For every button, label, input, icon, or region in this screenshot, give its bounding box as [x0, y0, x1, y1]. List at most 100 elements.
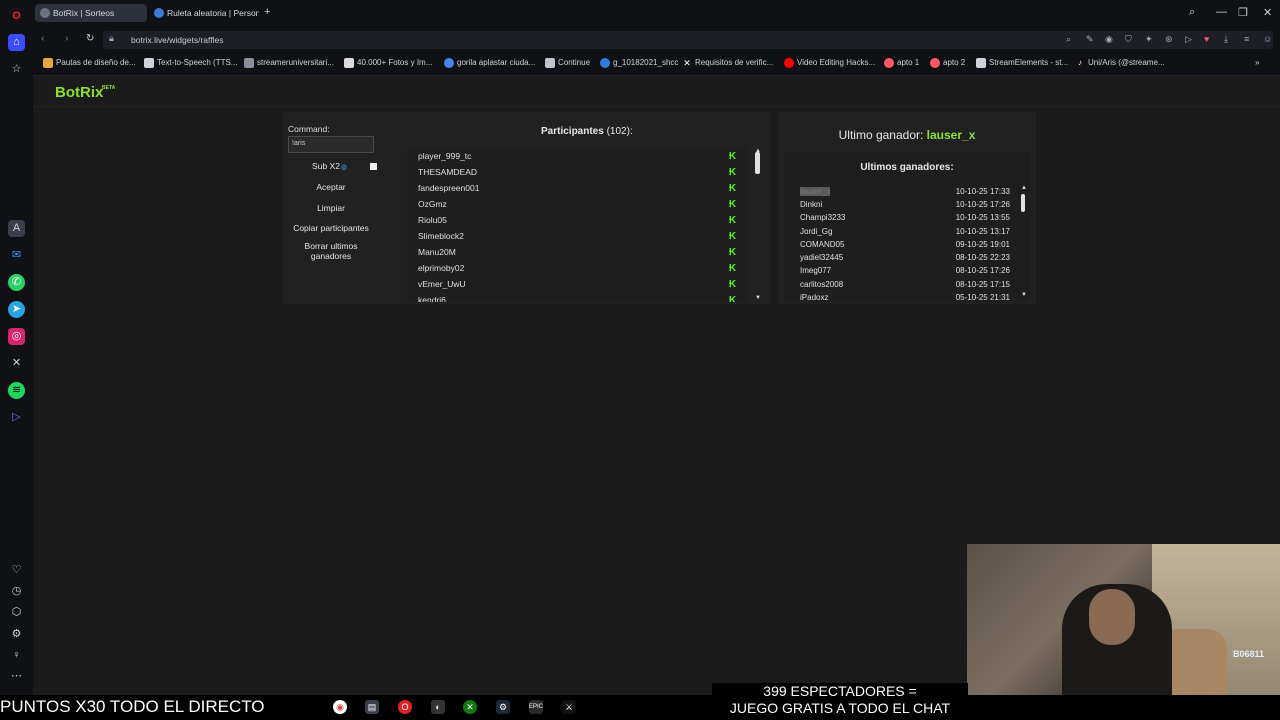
- obs-icon[interactable]: ◐: [431, 700, 445, 714]
- extension-icon[interactable]: ✦: [1145, 34, 1153, 45]
- participants-scrollbar[interactable]: [755, 152, 760, 174]
- sub-x2-checkbox[interactable]: [370, 163, 377, 170]
- kick-icon: K: [728, 295, 737, 302]
- bookmark-item[interactable]: apto 2: [930, 58, 965, 68]
- opera-gx-icon[interactable]: O: [398, 700, 412, 714]
- points-ticker: PUNTOS X30 TODO EL DIRECTO: [0, 697, 265, 716]
- menu-icon[interactable]: ≡: [1244, 34, 1249, 44]
- airbnb-icon: [930, 58, 940, 68]
- settings-gear-icon[interactable]: ⚙: [8, 626, 25, 643]
- bookmark-item[interactable]: gorila aplastar ciuda...: [444, 58, 535, 68]
- player-icon[interactable]: ▷: [8, 409, 25, 426]
- steam-icon[interactable]: ⚙: [496, 700, 510, 714]
- bookmark-item[interactable]: apto 1: [884, 58, 919, 68]
- file-explorer-icon[interactable]: ▤: [365, 700, 379, 714]
- list-item: fandespreen001 K: [418, 180, 738, 196]
- bookmark-item[interactable]: ♪ Uni/Aris (@streame...: [1075, 58, 1165, 68]
- bookmark-item[interactable]: Text-to-Speech (TTS...: [144, 58, 237, 68]
- bookmarks-overflow-icon[interactable]: »: [1255, 58, 1259, 67]
- restore-icon[interactable]: ❐: [1238, 6, 1248, 19]
- webcam-head: [1089, 589, 1135, 645]
- bookmarks-bar: Pautas de diseño de... Text-to-Speech (T…: [33, 52, 1280, 76]
- tab-ruleta[interactable]: Ruleta aleatoria | Personali: [149, 4, 259, 22]
- winner-name: iPadoxz: [800, 293, 829, 302]
- whatsapp-icon[interactable]: ✆: [8, 274, 25, 291]
- minimize-icon[interactable]: —: [1216, 6, 1227, 18]
- tab-search-icon[interactable]: ⌕: [1189, 6, 1195, 19]
- x-twitter-icon[interactable]: ✕: [8, 355, 25, 372]
- info-icon[interactable]: ◍: [341, 163, 347, 171]
- scroll-up-arrow-icon[interactable]: ▲: [1021, 185, 1027, 191]
- copy-participants-button[interactable]: Copiar participantes: [283, 223, 379, 233]
- heart-icon[interactable]: ♥: [1204, 34, 1209, 44]
- shield-icon[interactable]: ⛉: [1125, 34, 1132, 45]
- bookmark-item[interactable]: Pautas de diseño de...: [43, 58, 136, 68]
- bookmark-item[interactable]: streameruniversitari...: [244, 58, 334, 68]
- participants-list[interactable]: player_999_tc K THESAMDEAD K fandespreen00…: [407, 148, 747, 302]
- spotify-icon[interactable]: ≋: [8, 382, 25, 399]
- tab-label: Ruleta aleatoria | Personali: [167, 8, 259, 18]
- participants-title: Participantes (102):: [541, 126, 633, 137]
- bookmark-item[interactable]: Video Editing Hacks...: [784, 58, 875, 68]
- bookmark-item[interactable]: 40.000+ Fotos y Im...: [344, 58, 432, 68]
- participant-name: vEmer_UwU: [418, 279, 466, 289]
- participant-name: Manu20M: [418, 247, 456, 257]
- winner-row: iPadoxz 05-10-25 21:31: [800, 291, 1010, 302]
- tab-botrix[interactable]: BotRix | Sorteos: [35, 4, 147, 22]
- xbox-icon[interactable]: ✕: [463, 700, 477, 714]
- bookmark-item[interactable]: Continue: [545, 58, 590, 68]
- bookmark-item[interactable]: g_10182021_shcc: [600, 58, 678, 68]
- epic-games-icon[interactable]: EPIC: [529, 700, 543, 714]
- delete-winners-line2: ganadores: [310, 251, 352, 261]
- tips-bulb-icon[interactable]: ♀: [8, 647, 25, 664]
- chrome-icon[interactable]: ◉: [333, 700, 347, 714]
- extensions-icon[interactable]: ⬡: [8, 604, 25, 621]
- reload-icon[interactable]: ↻: [86, 33, 94, 44]
- edit-icon[interactable]: ✎: [1086, 34, 1094, 45]
- winner-time: 10-10-25 13:55: [955, 213, 1010, 222]
- instagram-icon[interactable]: ◎: [8, 328, 25, 345]
- sub-x2-toggle-label[interactable]: Sub X2: [283, 161, 379, 171]
- winners-panel: Ultimo ganador: lauser_x Ultimos ganador…: [778, 112, 1036, 304]
- forward-icon[interactable]: ›: [65, 33, 68, 44]
- tab-label: BotRix | Sorteos: [53, 8, 115, 18]
- scroll-down-arrow-icon[interactable]: ▼: [755, 295, 761, 301]
- wheel-favicon-icon: [154, 8, 164, 18]
- bookmark-item[interactable]: StreamElements - st...: [976, 58, 1068, 68]
- download-icon[interactable]: ⤓: [1224, 34, 1228, 45]
- kick-icon: K: [728, 279, 737, 290]
- play-icon[interactable]: ▷: [1185, 34, 1192, 45]
- home-icon[interactable]: ⌂: [8, 34, 25, 51]
- close-window-icon[interactable]: ✕: [1263, 6, 1272, 19]
- opera-logo-icon[interactable]: O: [8, 8, 25, 25]
- aria-icon[interactable]: A: [8, 220, 25, 237]
- more-dots-icon[interactable]: ⋯: [8, 668, 25, 685]
- winners-scrollbar[interactable]: [1021, 194, 1025, 212]
- messenger-icon[interactable]: ✉: [8, 247, 25, 264]
- logo-text: BotRix: [55, 84, 104, 101]
- kick-icon: K: [728, 247, 737, 258]
- search-icon[interactable]: ⌕: [1066, 34, 1071, 45]
- botrix-logo[interactable]: BotRix BETA: [55, 84, 115, 101]
- scroll-down-arrow-icon[interactable]: ▼: [1021, 292, 1027, 298]
- url-box[interactable]: 🔒︎ botrix.live/widgets/raffles ⌕ ✎ ◉ ⛉ ✦…: [103, 31, 1273, 49]
- profile-icon[interactable]: ☺: [1263, 34, 1272, 44]
- back-icon[interactable]: ‹: [41, 33, 44, 44]
- delete-winners-button[interactable]: Borrar ultimos ganadores: [283, 241, 379, 261]
- url-text[interactable]: botrix.live/widgets/raffles: [131, 33, 223, 47]
- new-tab-plus-icon[interactable]: +: [264, 6, 270, 18]
- winners-list[interactable]: Ultimos ganadores: lauser_x 10-10-25 17:3…: [784, 152, 1030, 302]
- bookmark-item[interactable]: ✕ Requisitos de verific...: [682, 58, 773, 68]
- winner-time: 10-10-25 17:33: [955, 187, 1010, 196]
- speed-dial-icon[interactable]: ☆: [8, 61, 25, 78]
- history-icon[interactable]: ◷: [8, 583, 25, 600]
- camera-icon[interactable]: ◉: [1105, 34, 1113, 45]
- clear-button[interactable]: Limpiar: [283, 203, 379, 213]
- kick-icon: K: [728, 263, 737, 274]
- accept-button[interactable]: Aceptar: [283, 182, 379, 192]
- telegram-icon[interactable]: ➤: [8, 301, 25, 318]
- app-icon[interactable]: ⚔: [562, 700, 576, 714]
- favorites-icon[interactable]: ♡: [8, 562, 25, 579]
- vpn-icon[interactable]: ⊛: [1165, 34, 1173, 45]
- command-input[interactable]: !aris: [288, 136, 374, 153]
